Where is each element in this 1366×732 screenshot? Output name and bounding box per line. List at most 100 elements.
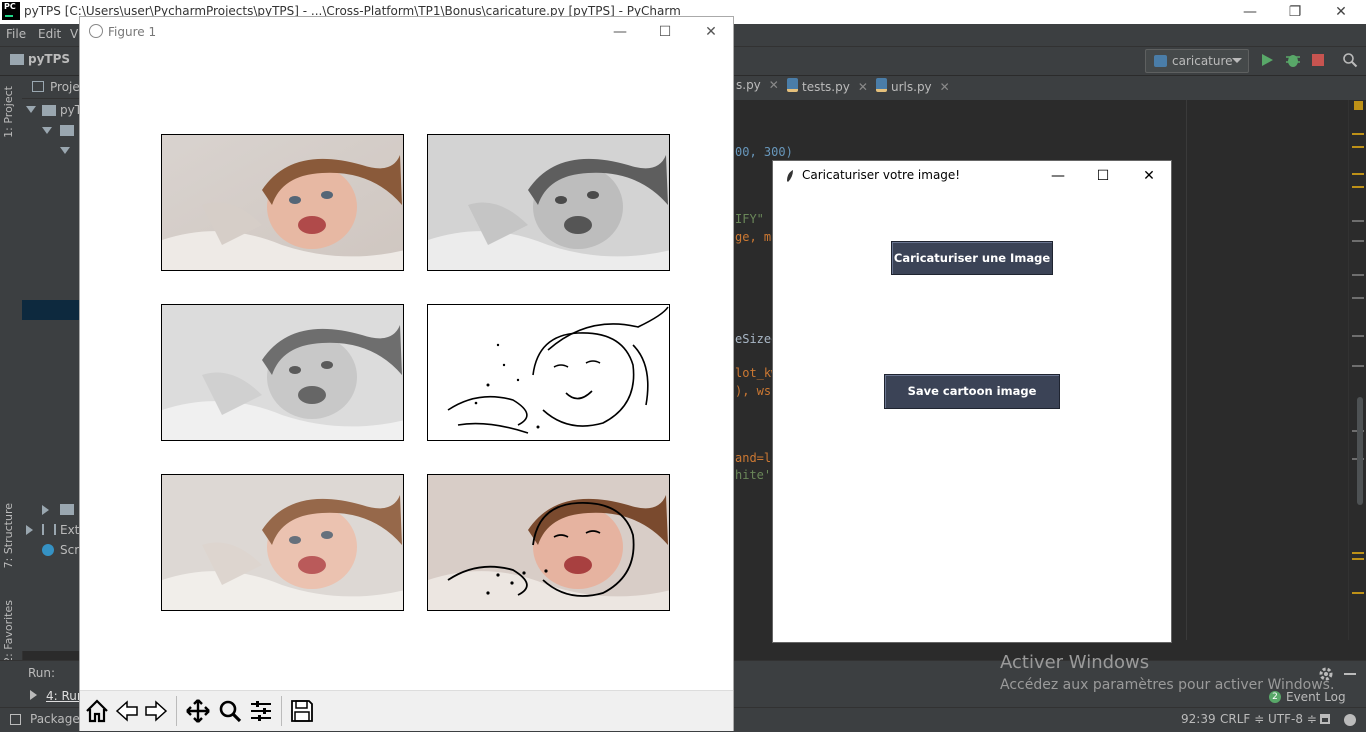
figure-title-bar: Figure 1 — ☐ ✕	[80, 17, 733, 47]
info-marker[interactable]	[1352, 335, 1364, 337]
editor-tab[interactable]: urls.py ✕	[876, 78, 950, 98]
menu-view[interactable]: V	[70, 27, 78, 41]
image-original	[161, 134, 404, 271]
warning-marker[interactable]	[1352, 133, 1364, 135]
tab-label: s.py	[736, 78, 761, 92]
stop-icon[interactable]	[1312, 54, 1324, 66]
warning-marker[interactable]	[1352, 552, 1364, 554]
warning-marker[interactable]	[1352, 186, 1364, 188]
code-line: IFY"	[735, 212, 764, 226]
run-icon[interactable]	[1260, 53, 1274, 67]
search-icon[interactable]	[1342, 52, 1358, 68]
tk-close-button[interactable]: ✕	[1127, 165, 1171, 187]
configure-icon[interactable]	[248, 698, 274, 724]
warning-icon[interactable]	[1354, 101, 1363, 110]
tab-favorites[interactable]: 2: Favorites	[2, 600, 15, 664]
breadcrumb-project[interactable]: pyTPS	[28, 52, 70, 66]
play-icon	[30, 690, 37, 700]
chevron-down-icon	[1232, 58, 1242, 63]
editor-tab[interactable]: tests.py ✕	[787, 78, 868, 98]
info-marker[interactable]	[1352, 240, 1364, 242]
tab-structure[interactable]: 7: Structure	[2, 503, 15, 568]
info-marker[interactable]	[1352, 274, 1364, 276]
line-separator[interactable]: CRLF ≑	[1220, 712, 1264, 726]
project-panel-header: Proje	[22, 76, 80, 99]
tree-selected-row[interactable]	[22, 300, 80, 320]
library-icon	[42, 524, 56, 535]
info-marker[interactable]	[1352, 365, 1364, 367]
ide-close-button[interactable]: ✕	[1318, 2, 1364, 22]
home-icon[interactable]	[84, 698, 110, 724]
forward-icon[interactable]	[143, 698, 169, 724]
event-log-button[interactable]: Event Log	[1286, 690, 1346, 704]
chevron-down-icon[interactable]	[60, 147, 70, 154]
image-edges	[427, 304, 670, 441]
project-panel-title: Proje	[50, 80, 80, 94]
caret-position[interactable]: 92:39	[1181, 712, 1216, 726]
zoom-icon[interactable]	[217, 698, 243, 724]
tab-project[interactable]: 1: Project	[2, 86, 15, 138]
editor-scrollbar-thumb[interactable]	[1357, 397, 1363, 505]
lock-icon[interactable]	[1320, 714, 1330, 724]
warning-marker[interactable]	[1352, 558, 1364, 560]
chevron-down-icon[interactable]	[26, 106, 36, 113]
save-icon[interactable]	[289, 698, 315, 724]
baby-photo-edges	[428, 305, 669, 440]
file-encoding[interactable]: UTF-8 ≑	[1268, 712, 1317, 726]
ide-restore-button[interactable]: ❐	[1272, 2, 1318, 22]
tab-close-icon[interactable]: ✕	[940, 80, 950, 94]
info-marker[interactable]	[1352, 220, 1364, 222]
project-view-icon	[32, 81, 44, 92]
figure-maximize-button[interactable]: ☐	[643, 21, 687, 43]
project-panel	[22, 76, 80, 651]
save-cartoon-button[interactable]: Save cartoon image	[884, 374, 1060, 409]
code-line: 00, 300)	[735, 145, 793, 159]
folder-icon	[10, 54, 24, 65]
baby-photo-smoothed	[162, 475, 403, 610]
user-icon[interactable]	[1344, 714, 1356, 726]
scratches-icon	[42, 544, 54, 556]
ide-minimize-button[interactable]: —	[1227, 2, 1273, 22]
warning-marker[interactable]	[1352, 592, 1364, 594]
warning-marker[interactable]	[1352, 146, 1364, 148]
menu-file[interactable]: File	[6, 27, 26, 41]
tree-item-project[interactable]: pyT	[60, 103, 80, 123]
tk-minimize-button[interactable]: —	[1036, 165, 1080, 187]
tk-window: Caricaturiser votre image! — ☐ ✕ Caricat…	[772, 160, 1172, 643]
figure-title: Figure 1	[108, 25, 157, 39]
pan-icon[interactable]	[185, 698, 211, 724]
chevron-down-icon[interactable]	[42, 127, 52, 134]
back-icon[interactable]	[114, 698, 140, 724]
tab-label: urls.py	[891, 80, 932, 94]
event-count-badge: 2	[1269, 691, 1281, 703]
chevron-right-icon[interactable]	[26, 525, 33, 535]
info-marker[interactable]	[1352, 297, 1364, 299]
tab-close-icon[interactable]: ✕	[858, 80, 868, 94]
packages-tab[interactable]: Packages	[30, 712, 86, 726]
baby-photo-blur-gray	[162, 305, 403, 440]
menu-edit[interactable]: Edit	[38, 27, 61, 41]
editor-tab[interactable]: s.py ✕	[736, 78, 779, 98]
figure-minimize-button[interactable]: —	[598, 21, 642, 43]
debug-icon[interactable]	[1285, 52, 1301, 68]
python-file-icon	[876, 78, 887, 92]
toolbar-separator	[176, 696, 177, 726]
chevron-right-icon[interactable]	[42, 505, 49, 515]
image-smoothed	[161, 474, 404, 611]
tk-maximize-button[interactable]: ☐	[1081, 165, 1125, 187]
activate-windows-title: Activer Windows	[1000, 652, 1150, 673]
hide-panel-icon[interactable]	[1344, 673, 1356, 675]
caricature-image-button[interactable]: Caricaturiser une Image	[891, 241, 1053, 275]
warning-marker[interactable]	[1352, 173, 1364, 175]
toolbar-separator	[281, 696, 282, 726]
tree-item-external-libraries[interactable]: Exte	[60, 523, 80, 543]
baby-photo-gray	[428, 135, 669, 270]
run-configuration-select[interactable]: caricature	[1145, 49, 1249, 73]
tree-item-scratches[interactable]: Scri	[60, 543, 80, 563]
panel-toggle-icon[interactable]	[10, 714, 21, 725]
figure-window: Figure 1 — ☐ ✕	[79, 16, 734, 731]
figure-close-button[interactable]: ✕	[689, 21, 733, 43]
tab-close-icon[interactable]: ✕	[769, 78, 779, 92]
feather-icon	[787, 170, 793, 182]
matplotlib-icon	[89, 24, 103, 38]
